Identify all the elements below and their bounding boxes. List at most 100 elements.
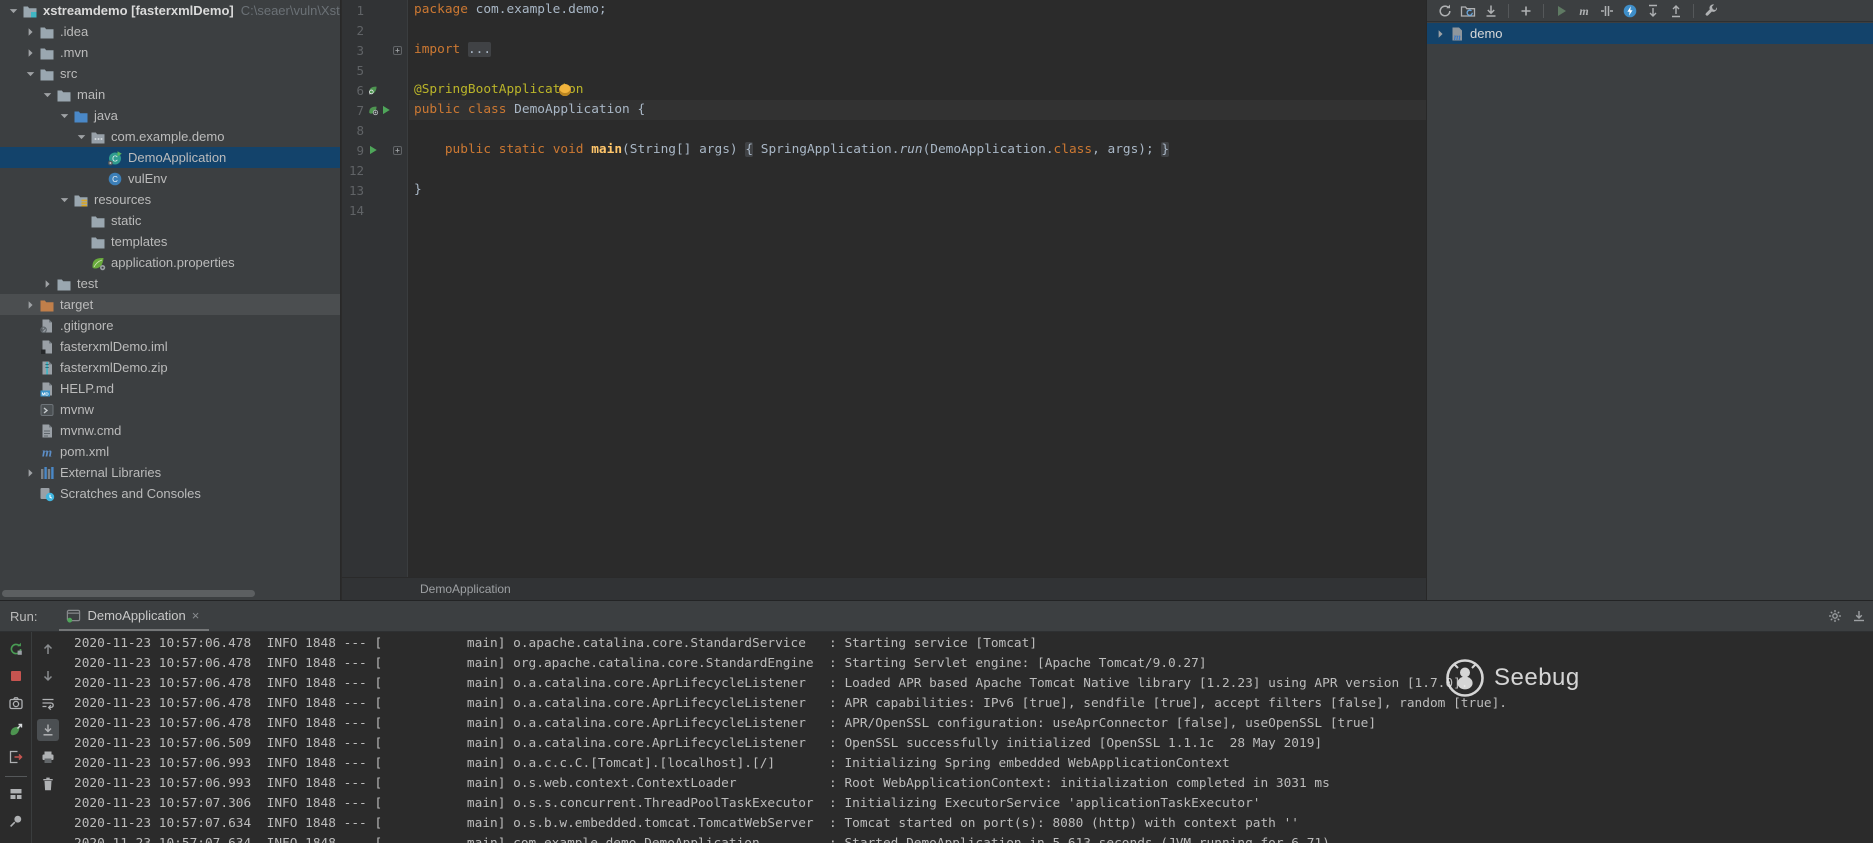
tree-item-application-properties[interactable]: application.properties	[0, 252, 340, 273]
code-line-2[interactable]	[409, 20, 1426, 40]
tree-item-java[interactable]: java	[0, 105, 340, 126]
tree-item-help-md[interactable]: MDHELP.md	[0, 378, 340, 399]
code-token: (String[] args)	[622, 142, 745, 157]
offline-mode-icon[interactable]	[1622, 3, 1638, 19]
skip-tests-icon[interactable]	[1599, 3, 1615, 19]
chevron-down-icon[interactable]	[40, 87, 55, 103]
horizontal-scrollbar[interactable]	[2, 590, 255, 597]
tree-item-test[interactable]: test	[0, 273, 340, 294]
code-line-12[interactable]	[409, 160, 1426, 180]
expand-all-icon[interactable]	[1645, 3, 1661, 19]
code-line-8[interactable]	[409, 120, 1426, 140]
tree-item-label: xstreamdemo [fasterxmlDemo]	[43, 3, 234, 18]
spring-bean-gutter-icon[interactable]	[367, 104, 379, 116]
tree-item-static[interactable]: static	[0, 210, 340, 231]
maven-node-demo[interactable]: m demo	[1427, 23, 1873, 44]
chevron-right-icon[interactable]	[1433, 26, 1448, 42]
layout-icon[interactable]	[5, 783, 27, 805]
execute-goal-icon[interactable]: m	[1576, 3, 1592, 19]
dump-threads-icon[interactable]	[5, 692, 27, 714]
tree-item-external-libraries[interactable]: External Libraries	[0, 462, 340, 483]
code-line-5[interactable]	[409, 60, 1426, 80]
breadcrumb[interactable]: DemoApplication	[342, 577, 1426, 600]
tree-item-idea[interactable]: .idea	[0, 21, 340, 42]
springboot-gutter-icon[interactable]	[367, 84, 379, 96]
chevron-down-icon[interactable]	[74, 129, 89, 145]
pin-icon[interactable]	[5, 810, 27, 832]
tree-item-src[interactable]: src	[0, 63, 340, 84]
tree-item-xstreamdemo-fasterxmldemo[interactable]: xstreamdemo [fasterxmlDemo]C:\seaer\vuln…	[0, 0, 340, 21]
close-icon[interactable]: ×	[192, 608, 200, 623]
folder-icon	[55, 87, 72, 103]
scroll-to-end-icon[interactable]	[37, 719, 59, 741]
editor[interactable]: 123+56789+121314 package com.example.dem…	[342, 0, 1426, 600]
folder-icon	[89, 213, 106, 229]
code-line-13[interactable]: }	[409, 180, 1426, 200]
run-header-actions	[1827, 601, 1867, 631]
hide-icon[interactable]	[1851, 608, 1867, 624]
download-sources-icon[interactable]	[1483, 3, 1499, 19]
code-line-9[interactable]: public static void main(String[] args) {…	[409, 140, 1426, 160]
tree-item-fasterxmldemo-iml[interactable]: fasterxmlDemo.iml	[0, 336, 340, 357]
editor-gutter[interactable]: 123+56789+121314	[342, 0, 408, 577]
refresh-icon[interactable]	[1437, 3, 1453, 19]
print-icon[interactable]	[37, 746, 59, 768]
fold-marker-icon[interactable]: +	[393, 146, 402, 155]
code-line-1[interactable]: package com.example.demo;	[409, 0, 1426, 20]
folder-icon	[38, 66, 55, 82]
svg-text:C: C	[112, 154, 118, 163]
gutter-row: 14	[342, 200, 407, 220]
console-output[interactable]: 2020-11-23 10:57:06.478 INFO 1848 --- [ …	[74, 634, 1873, 843]
tree-item-gitignore[interactable]: .gitignore	[0, 315, 340, 336]
tree-item-vulenv[interactable]: CvulEnv	[0, 168, 340, 189]
code-line-6[interactable]: @SpringBootApplication	[409, 80, 1426, 100]
inspections-eye-icon[interactable]	[1404, 4, 1420, 20]
tree-item-com-example-demo[interactable]: com.example.demo	[0, 126, 340, 147]
chevron-down-icon[interactable]	[57, 192, 72, 208]
down-icon[interactable]	[37, 665, 59, 687]
chevron-right-icon[interactable]	[23, 24, 38, 40]
stop-icon[interactable]	[5, 665, 27, 687]
tree-item-main[interactable]: main	[0, 84, 340, 105]
run-maven-icon[interactable]	[1553, 3, 1569, 19]
tree-item-pom-xml[interactable]: mpom.xml	[0, 441, 340, 462]
generate-sources-icon[interactable]	[1460, 3, 1476, 19]
tree-item-scratches-and-consoles[interactable]: Scratches and Consoles	[0, 483, 340, 504]
chevron-down-icon[interactable]	[6, 3, 21, 19]
code-line-3[interactable]: import ...	[409, 40, 1426, 60]
run-gutter-icon[interactable]	[367, 144, 379, 156]
up-icon[interactable]	[37, 638, 59, 660]
code-token: import	[414, 42, 468, 57]
tree-item-mvn[interactable]: .mvn	[0, 42, 340, 63]
intention-bulb-icon[interactable]	[559, 84, 571, 96]
chevron-right-icon[interactable]	[40, 276, 55, 292]
chevron-down-icon[interactable]	[23, 66, 38, 82]
update-application-icon[interactable]	[5, 719, 27, 741]
run-gutter-icon[interactable]	[380, 104, 392, 116]
fold-marker-icon[interactable]: +	[393, 46, 402, 55]
clear-icon[interactable]	[37, 773, 59, 795]
tree-item-target[interactable]: target	[0, 294, 340, 315]
tree-item-demoapplication[interactable]: CDemoApplication	[0, 147, 340, 168]
chevron-right-icon[interactable]	[23, 45, 38, 61]
exit-icon[interactable]	[5, 746, 27, 768]
chevron-right-icon[interactable]	[23, 465, 38, 481]
maven-settings-icon[interactable]	[1703, 3, 1719, 19]
tree-item-mvnw[interactable]: mvnw	[0, 399, 340, 420]
chevron-right-icon[interactable]	[23, 297, 38, 313]
code-area[interactable]: package com.example.demo; import ... @Spri…	[409, 0, 1426, 577]
tree-item-templates[interactable]: templates	[0, 231, 340, 252]
collapse-all-icon[interactable]	[1668, 3, 1684, 19]
softwrap-icon[interactable]	[37, 692, 59, 714]
ignored-file-icon	[38, 318, 55, 334]
run-tab-demoapplication[interactable]: DemoApplication ×	[59, 601, 209, 631]
tree-item-mvnw-cmd[interactable]: mvnw.cmd	[0, 420, 340, 441]
rerun-icon[interactable]	[5, 638, 27, 660]
add-maven-project-icon[interactable]	[1518, 3, 1534, 19]
code-line-7[interactable]: public class DemoApplication {	[409, 100, 1426, 120]
tree-item-fasterxmldemo-zip[interactable]: fasterxmlDemo.zip	[0, 357, 340, 378]
chevron-down-icon[interactable]	[57, 108, 72, 124]
code-line-14[interactable]	[409, 200, 1426, 220]
gear-icon[interactable]	[1827, 608, 1843, 624]
tree-item-resources[interactable]: resources	[0, 189, 340, 210]
